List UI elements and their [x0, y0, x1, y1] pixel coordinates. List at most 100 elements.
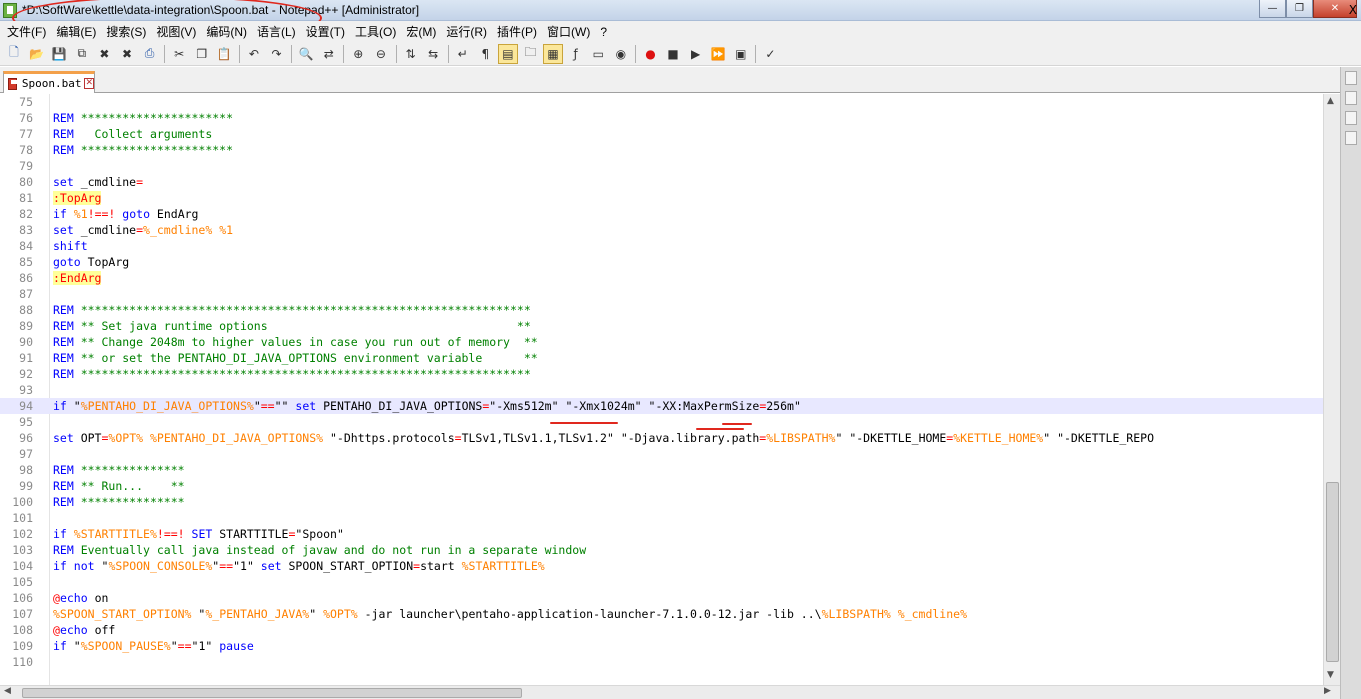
close-all-icon[interactable]: ✖	[117, 44, 137, 64]
code-editor[interactable]: 75 76 REM ********************** 77 REM Coll…	[0, 94, 1340, 685]
toolbar-separator	[395, 44, 397, 63]
vertical-scrollbar[interactable]: ▲ ▼	[1323, 94, 1340, 685]
menu-item[interactable]: 窗口(W)	[544, 23, 597, 40]
menu-item[interactable]: 搜索(S)	[103, 23, 153, 40]
horizontal-scroll-thumb[interactable]	[22, 688, 522, 698]
close-document-button[interactable]: X	[1349, 3, 1357, 17]
scroll-right-icon[interactable]: ▶	[1324, 686, 1331, 696]
record-macro-icon[interactable]: ●	[640, 44, 660, 64]
code-line: 81:TopArg	[0, 190, 1340, 206]
tab-close-icon[interactable]: ✕	[84, 78, 94, 89]
code-token: :EndArg	[53, 271, 102, 285]
copy-icon[interactable]: ❐	[192, 44, 212, 64]
line-number: 103	[12, 543, 33, 557]
code-token: Eventually call java instead of javaw an…	[73, 543, 587, 557]
sync-vertical-icon[interactable]: ⇅	[401, 44, 421, 64]
scroll-left-icon[interactable]: ◀	[4, 686, 11, 696]
menu-item[interactable]: 设置(T)	[303, 23, 352, 40]
find-icon[interactable]: 🔍	[296, 44, 316, 64]
toolbar-separator	[291, 44, 293, 63]
code-token: "1"	[233, 559, 261, 573]
code-token: TopArg	[80, 255, 130, 269]
maximize-button[interactable]: ❐	[1286, 0, 1313, 18]
menu-item[interactable]: 文件(F)	[4, 23, 53, 40]
spell-check-icon[interactable]: ✓	[760, 44, 780, 64]
run-macro-multiple-icon[interactable]: ⏩	[708, 44, 728, 64]
code-token: TLSv1,TLSv1.1,TLSv1.2" "-Djava.library.p…	[461, 431, 760, 445]
code-token: "-Dhttps.protocols	[323, 431, 455, 445]
word-wrap-icon[interactable]: ↵	[453, 44, 473, 64]
function-list-icon[interactable]: ƒ	[566, 44, 586, 64]
print-icon[interactable]: ⎙	[140, 44, 160, 64]
vertical-scroll-thumb[interactable]	[1326, 482, 1339, 662]
menu-item[interactable]: 插件(P)	[494, 23, 544, 40]
replace-icon[interactable]: ⇄	[319, 44, 339, 64]
menu-item[interactable]: 编辑(E)	[53, 23, 103, 40]
minimize-button[interactable]: —	[1259, 0, 1286, 18]
code-text: set _cmdline=%_cmdline% %1	[53, 222, 233, 238]
redo-icon[interactable]: ↷	[267, 44, 287, 64]
save-all-icon[interactable]: ⧉	[72, 44, 92, 64]
scroll-down-icon[interactable]: ▼	[1327, 670, 1334, 680]
menu-item[interactable]: 视图(V)	[153, 23, 203, 40]
code-token: ** Set java runtime options **	[73, 319, 531, 333]
code-token: goto	[53, 255, 81, 269]
menu-item[interactable]: ?	[597, 25, 614, 39]
code-token: STARTTITLE	[212, 527, 289, 541]
code-token: %OPT%	[108, 431, 144, 445]
monitor-icon[interactable]: ◉	[611, 44, 631, 64]
sync-horizontal-icon[interactable]: ⇆	[423, 44, 443, 64]
toolbar-separator	[164, 44, 166, 63]
title-bar: *D:\SoftWare\kettle\data-integration\Spo…	[0, 0, 1361, 21]
folder-icon[interactable]: 🗀	[520, 44, 540, 64]
open-file-icon[interactable]: 📂	[27, 44, 47, 64]
doc-map-icon[interactable]: ▦	[543, 43, 564, 64]
line-number: 109	[12, 639, 33, 653]
line-number: 95	[19, 415, 33, 429]
show-all-chars-icon[interactable]: ¶	[475, 44, 495, 64]
menu-item[interactable]: 编码(N)	[203, 23, 254, 40]
save-icon[interactable]: 💾	[49, 44, 69, 64]
save-macro-icon[interactable]: ▣	[731, 44, 751, 64]
close-icon[interactable]: ✖	[94, 44, 114, 64]
folder-workspace-icon[interactable]: ▭	[588, 44, 608, 64]
code-token: set	[53, 175, 74, 189]
undo-icon[interactable]: ↶	[244, 44, 264, 64]
code-line: 87	[0, 286, 1340, 302]
code-token: 256m"	[766, 399, 801, 413]
horizontal-scrollbar[interactable]: ◀ ▶	[0, 685, 1340, 699]
indent-guide-icon[interactable]: ▤	[497, 43, 518, 64]
code-token: if	[53, 639, 67, 653]
code-token: on	[87, 591, 109, 605]
code-token: =	[136, 175, 144, 189]
play-macro-icon[interactable]: ▶	[686, 44, 706, 64]
code-text: REM **********************	[53, 110, 233, 126]
menu-item[interactable]: 语言(L)	[254, 23, 303, 40]
new-file-icon[interactable]: 🗋	[4, 44, 24, 64]
zoom-in-icon[interactable]: ⊕	[348, 44, 368, 64]
line-number: 84	[19, 239, 33, 253]
line-number: 88	[19, 303, 33, 317]
xmx-underline-annotation	[696, 428, 744, 430]
scroll-up-icon[interactable]: ▲	[1327, 96, 1334, 106]
cut-icon[interactable]: ✂	[169, 44, 189, 64]
code-line: 105	[0, 574, 1340, 590]
code-token: %_cmdline%	[897, 607, 968, 621]
paste-icon[interactable]: 📋	[214, 44, 234, 64]
line-number: 104	[12, 559, 33, 573]
stop-macro-icon[interactable]: ■	[663, 44, 683, 64]
panel-icon	[1345, 71, 1357, 85]
menu-item[interactable]: 运行(R)	[443, 23, 494, 40]
code-token: set	[295, 399, 317, 413]
code-token: goto	[122, 207, 150, 221]
code-line: 77 REM Collect arguments	[0, 126, 1340, 142]
toolbar-separator	[238, 44, 240, 63]
menu-item[interactable]: 工具(O)	[352, 23, 403, 40]
menu-item[interactable]: 宏(M)	[403, 23, 443, 40]
code-token: REM	[53, 335, 74, 349]
zoom-out-icon[interactable]: ⊖	[371, 44, 391, 64]
line-number: 75	[19, 95, 33, 109]
tab-spoon-bat[interactable]: Spoon.bat ✕	[3, 71, 95, 93]
